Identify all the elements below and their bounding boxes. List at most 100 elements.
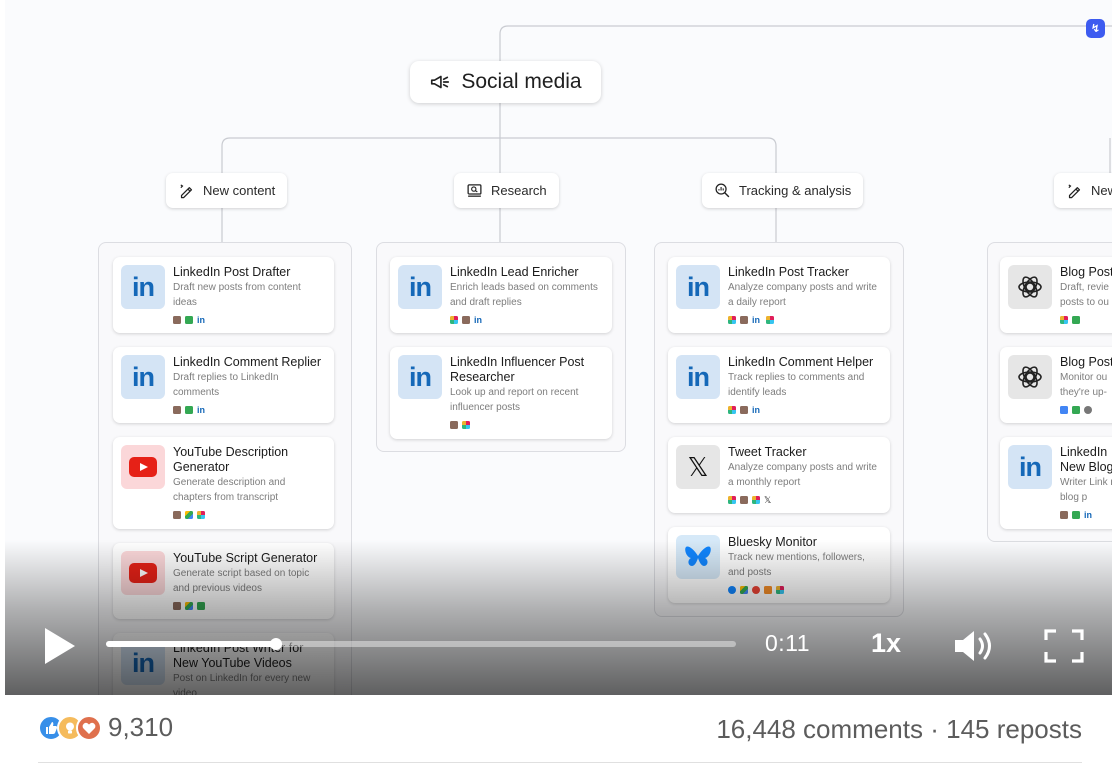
agent-card[interactable]: in LinkedIn New Blog Writer Link new blo… [1000,437,1112,529]
card-desc: Writer Link new blog p [1060,477,1112,503]
root-node-social-media[interactable]: Social media [410,61,601,103]
card-desc: Track new mentions, followers, and posts [728,552,865,578]
openai-icon [1008,355,1052,399]
card-title: YouTube Script Generator [173,551,318,565]
agent-card[interactable]: YouTube Description Generator Generate d… [113,437,334,529]
category-research[interactable]: Research [454,173,559,208]
sheets-icon [197,602,205,610]
card-tools: 𝕏 [728,495,774,505]
linkedin-icon: in [197,405,205,415]
slack-icon [766,316,774,324]
docs-icon [1060,406,1068,414]
linkedin-icon: in [398,265,442,309]
root-node-label: Social media [461,70,582,93]
love-icon [76,714,102,741]
agent-card[interactable]: in LinkedIn Post Drafter Draft new posts… [113,257,334,333]
linkedin-icon: in [676,355,720,399]
video-player[interactable]: Social media New content Research Tracki… [5,0,1112,695]
time-display: 0:11 [765,630,811,656]
notion-icon [173,511,181,519]
agent-column-tracking: in LinkedIn Post Tracker Analyze company… [654,242,904,617]
bluesky-butterfly-icon [676,535,720,579]
notion-icon [173,406,181,414]
screen-search-icon [467,184,482,197]
agent-card[interactable]: in LinkedIn Influencer Post Researcher L… [390,347,612,439]
category-label: Tracking & analysis [739,183,852,198]
card-desc: Analyze company posts and write a monthl… [728,462,877,488]
linkedin-icon: in [676,265,720,309]
category-tracking-analysis[interactable]: Tracking & analysis [702,173,864,208]
agent-card[interactable]: Bluesky Monitor Track new mentions, foll… [668,527,890,603]
linkedin-icon: in [121,641,165,685]
sheets-icon [185,316,193,324]
agent-card[interactable]: YouTube Script Generator Generate script… [113,543,334,619]
agent-card[interactable]: Blog Post Draft, revie posts to ou [1000,257,1112,333]
card-desc: Enrich leads based on comments and draft… [450,282,598,308]
slack-icon [776,586,784,594]
linkedin-icon: in [752,405,760,415]
sheets-icon [185,406,193,414]
agent-card[interactable]: in LinkedIn Comment Replier Draft replie… [113,347,334,423]
card-tools [173,601,205,611]
drive-icon [185,602,193,610]
reaction-count[interactable]: 9,310 [108,712,173,743]
card-title: YouTube Description Generator [173,445,289,474]
card-title: LinkedIn Lead Enricher [450,265,579,279]
play-button[interactable] [39,624,79,668]
category-new-content[interactable]: New content [166,173,288,208]
notion-icon [462,316,470,324]
card-desc: Monitor ou they're up- [1060,372,1108,398]
card-title: LinkedIn Comment Helper [728,355,874,369]
slack-icon [728,316,736,324]
card-tools [450,420,470,430]
agent-card[interactable]: in LinkedIn Post Tracker Analyze company… [668,257,890,333]
slack-icon [752,496,760,504]
card-desc: Draft, revie posts to ou [1060,282,1109,308]
agent-card[interactable]: in LinkedIn Comment Helper Track replies… [668,347,890,423]
slack-icon [462,421,470,429]
volume-icon[interactable] [952,628,998,664]
agent-card[interactable]: Blog Post Monitor ou they're up- [1000,347,1112,423]
linkedin-icon: in [197,315,205,325]
gear-icon [1084,406,1092,414]
card-tools [173,510,205,520]
card-title: LinkedIn New Blog [1060,445,1112,474]
sheets-icon [1072,316,1080,324]
agent-column-research: in LinkedIn Lead Enricher Enrich leads b… [376,242,626,452]
agent-card[interactable]: 𝕏 Tweet Tracker Analyze company posts an… [668,437,890,513]
pencil-spark-icon [1068,184,1081,199]
progress-thumb[interactable] [270,638,283,650]
card-desc: Draft new posts from content ideas [173,282,301,308]
slack-icon [728,406,736,414]
category-new-partial[interactable]: New [1054,173,1112,208]
reposts-link[interactable]: 145 reposts [946,714,1082,744]
youtube-icon [121,445,165,489]
x-logo-icon: 𝕏 [764,495,772,505]
agent-card[interactable]: in LinkedIn Lead Enricher Enrich leads b… [390,257,612,333]
youtube-icon [121,551,165,595]
notion-icon [740,406,748,414]
magnifier-chart-icon [715,183,730,198]
card-tools: in [450,315,484,325]
fullscreen-icon[interactable] [1043,628,1085,664]
separator-dot: · [930,714,939,744]
reactions-summary[interactable]: 9,310 [38,712,173,743]
notion-icon [173,316,181,324]
category-label: New [1091,183,1112,198]
card-tools: in [1060,510,1094,520]
playback-speed-button[interactable]: 1x [871,628,901,659]
divider [38,762,1082,763]
linkedin-icon: in [1008,445,1052,489]
card-title: Bluesky Monitor [728,535,817,549]
rss-icon [764,586,772,594]
sheets-icon [1072,511,1080,519]
comments-link[interactable]: 16,448 comments [716,714,923,744]
linkedin-icon: in [398,355,442,399]
progress-bar[interactable] [106,638,736,650]
drive-icon [740,586,748,594]
card-desc: Generate script based on topic and previ… [173,568,310,594]
linkedin-icon: in [121,355,165,399]
linkedin-icon: in [752,315,760,325]
agent-column-new-content: in LinkedIn Post Drafter Draft new posts… [98,242,352,695]
slack-icon [1060,316,1068,324]
